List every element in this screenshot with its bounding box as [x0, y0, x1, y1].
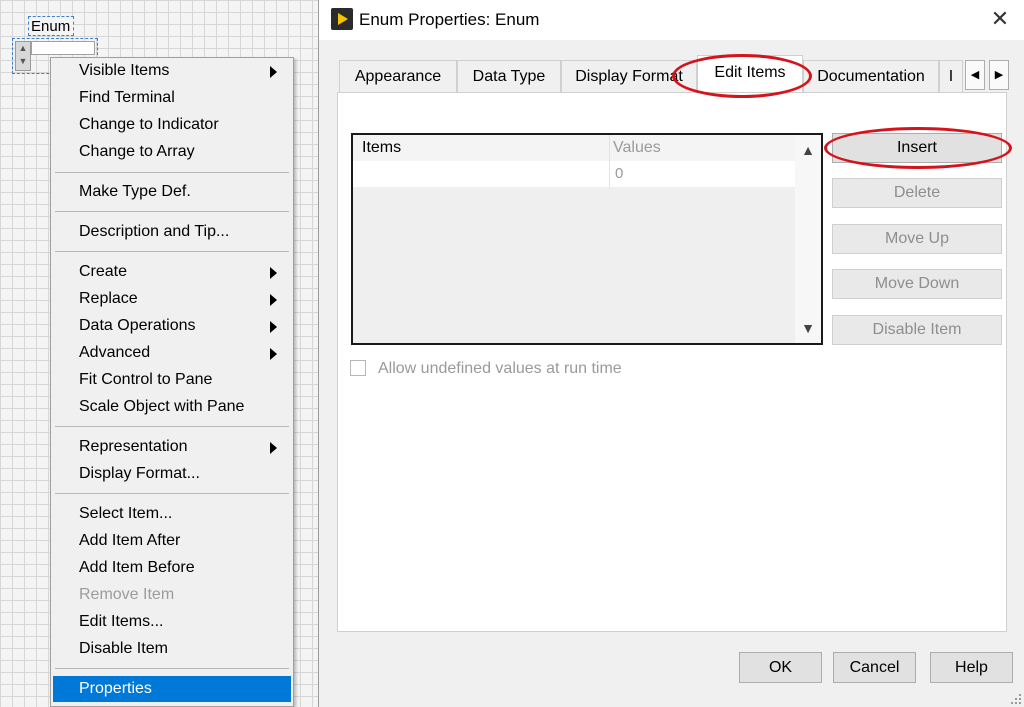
enum-label[interactable]: Enum — [28, 16, 74, 36]
tab-scroll-right-icon[interactable]: ▶ — [989, 60, 1009, 90]
submenu-arrow-icon — [270, 267, 277, 279]
table-row[interactable]: 0 — [353, 161, 795, 187]
submenu-arrow-icon — [270, 66, 277, 78]
menu-separator — [55, 172, 289, 173]
menu-item-create[interactable]: Create — [53, 259, 291, 285]
menu-item-description-and-tip[interactable]: Description and Tip... — [53, 219, 291, 245]
menu-item-change-to-array[interactable]: Change to Array — [53, 139, 291, 165]
menu-item-label: Representation — [79, 438, 188, 455]
menu-item-representation[interactable]: Representation — [53, 434, 291, 460]
menu-item-replace[interactable]: Replace — [53, 286, 291, 312]
menu-separator — [55, 211, 289, 212]
menu-item-label: Advanced — [79, 344, 151, 361]
help-button[interactable]: Help — [930, 652, 1013, 683]
submenu-arrow-icon — [270, 321, 277, 333]
menu-item-label: Create — [79, 263, 128, 280]
menu-item-label: Disable Item — [79, 640, 168, 657]
menu-item-select-item[interactable]: Select Item... — [53, 501, 291, 527]
items-table[interactable]: Items Values 0 ▲ ▼ — [351, 133, 823, 345]
tab-appearance[interactable]: Appearance — [339, 60, 457, 92]
menu-item-label: Replace — [79, 290, 138, 307]
dialog-title: Enum Properties: Enum — [359, 10, 540, 29]
menu-item-label: Remove Item — [79, 586, 175, 603]
menu-separator — [55, 251, 289, 252]
submenu-arrow-icon — [270, 294, 277, 306]
menu-item-label: Find Terminal — [79, 89, 175, 106]
close-icon[interactable]: ✕ — [987, 6, 1013, 32]
menu-item-label: Properties — [79, 680, 152, 697]
menu-item-advanced[interactable]: Advanced — [53, 340, 291, 366]
menu-item-add-item-after[interactable]: Add Item After — [53, 528, 291, 554]
chevron-down-icon[interactable]: ▼ — [795, 317, 821, 339]
checkbox-label: Allow undefined values at run time — [378, 360, 622, 377]
menu-item-label: Add Item Before — [79, 559, 195, 576]
disable-item-button[interactable]: Disable Item — [832, 315, 1002, 345]
menu-item-label: Change to Indicator — [79, 116, 219, 133]
menu-separator — [55, 426, 289, 427]
menu-item-scale-object-with-pane[interactable]: Scale Object with Pane — [53, 394, 291, 420]
submenu-arrow-icon — [270, 442, 277, 454]
tab-edit-items[interactable]: Edit Items — [697, 55, 803, 93]
labview-app-icon — [331, 8, 353, 30]
dialog-title-bar[interactable]: Enum Properties: Enum ✕ — [319, 0, 1024, 40]
tab-display-format[interactable]: Display Format — [561, 60, 697, 92]
menu-item-label: Description and Tip... — [79, 223, 230, 240]
menu-item-display-format[interactable]: Display Format... — [53, 461, 291, 487]
column-header-items: Items — [362, 139, 402, 156]
menu-item-label: Select Item... — [79, 505, 173, 522]
menu-item-label: Data Operations — [79, 317, 196, 334]
submenu-arrow-icon — [270, 348, 277, 360]
context-menu: Visible Items Find Terminal Change to In… — [50, 57, 294, 707]
menu-item-label: Change to Array — [79, 143, 195, 160]
resize-grip-icon[interactable] — [1010, 693, 1022, 705]
menu-item-label: Make Type Def. — [79, 183, 191, 200]
menu-item-make-type-def[interactable]: Make Type Def. — [53, 179, 291, 205]
tab-scroll-left-icon[interactable]: ◀ — [965, 60, 985, 90]
menu-item-fit-control-to-pane[interactable]: Fit Control to Pane — [53, 367, 291, 393]
menu-item-edit-items[interactable]: Edit Items... — [53, 609, 291, 635]
column-header-values: Values — [613, 139, 661, 156]
menu-item-change-to-indicator[interactable]: Change to Indicator — [53, 112, 291, 138]
menu-item-remove-item: Remove Item — [53, 582, 291, 608]
menu-item-label: Edit Items... — [79, 613, 164, 630]
menu-separator — [55, 493, 289, 494]
menu-item-visible-items[interactable]: Visible Items — [53, 58, 291, 84]
value-cell: 0 — [615, 165, 624, 182]
menu-item-add-item-before[interactable]: Add Item Before — [53, 555, 291, 581]
table-header: Items Values — [353, 135, 795, 161]
menu-separator — [55, 668, 289, 669]
table-scrollbar[interactable]: ▲ ▼ — [795, 135, 821, 343]
ok-button[interactable]: OK — [739, 652, 822, 683]
tab-data-type[interactable]: Data Type — [457, 60, 561, 92]
menu-item-label: Visible Items — [79, 62, 170, 79]
edit-items-panel: Items Values 0 ▲ ▼ Insert Delete Move Up… — [337, 92, 1007, 632]
cancel-button[interactable]: Cancel — [833, 652, 916, 683]
insert-button[interactable]: Insert — [832, 133, 1002, 163]
enum-properties-dialog: Enum Properties: Enum ✕ Appearance Data … — [318, 0, 1024, 707]
menu-item-find-terminal[interactable]: Find Terminal — [53, 85, 291, 111]
move-down-button[interactable]: Move Down — [832, 269, 1002, 299]
menu-item-label: Add Item After — [79, 532, 181, 549]
enum-value-display[interactable] — [31, 41, 95, 55]
menu-item-label: Scale Object with Pane — [79, 398, 245, 415]
enum-increment-decrement-icon[interactable]: ▲ ▼ — [15, 41, 31, 71]
chevron-up-icon[interactable]: ▲ — [795, 139, 821, 161]
tab-documentation[interactable]: Documentation — [803, 60, 939, 92]
delete-button[interactable]: Delete — [832, 178, 1002, 208]
menu-item-properties[interactable]: Properties — [53, 676, 291, 702]
move-up-button[interactable]: Move Up — [832, 224, 1002, 254]
menu-item-disable-item[interactable]: Disable Item — [53, 636, 291, 662]
menu-item-data-operations[interactable]: Data Operations — [53, 313, 291, 339]
menu-item-label: Fit Control to Pane — [79, 371, 213, 388]
tab-overflow[interactable]: I — [939, 60, 963, 92]
menu-item-label: Display Format... — [79, 465, 200, 482]
allow-undefined-values-checkbox[interactable] — [350, 360, 366, 376]
column-divider — [609, 135, 610, 187]
